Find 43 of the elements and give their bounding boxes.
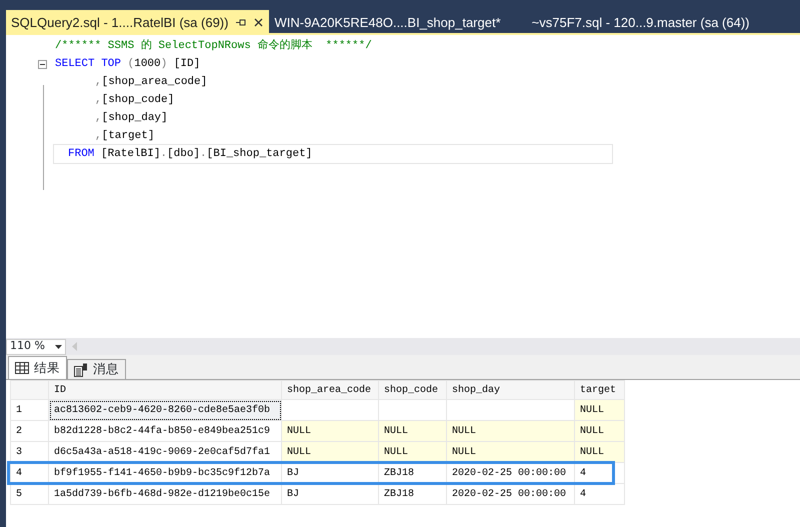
result-tab[interactable]: 结果 [8,356,67,379]
table-cell: NULL [446,420,574,442]
column-header[interactable]: shop_day [446,380,574,400]
code-line: ,[shop_code] [94,93,176,108]
column-header[interactable]: target [574,380,624,400]
document-tab[interactable]: WIN-9A20K5RE48O....BI_shop_target* [269,10,507,33]
column-header[interactable]: ID [48,380,282,400]
close-icon[interactable] [254,18,264,27]
collapse-icon[interactable] [38,60,47,68]
table-cell: NULL [574,420,624,442]
table-cell: 1a5dd739-b6fb-468d-982e-d1219be0c15e [48,484,282,504]
code-line: ,[shop_day] [94,111,169,126]
code-line: ,[target] [94,129,156,144]
document-tab[interactable]: ~vs75F7.sql - 120...9.master (sa (64)) [526,10,756,33]
table-cell: b82d1228-b8c2-44fa-b850-e849bea251c9 [48,420,282,442]
code-line: SELECT TOP (1000) [ID] [54,57,202,72]
table-cell: ZBJ18 [378,484,446,504]
row-number: 2 [10,420,48,442]
table-cell: NULL [282,442,378,462]
row-number: 5 [10,484,48,504]
table-cell: NULL [378,420,446,442]
table-cell: BJ [282,484,378,504]
column-header[interactable]: shop_area_code [282,380,378,400]
row-number: 4 [10,462,48,484]
code-line: ,[shop_area_code] [94,75,208,90]
code-line: /****** SSMS 的 SelectTopNRows 命令的脚本 ******/ [54,38,373,54]
table-cell: NULL [574,400,624,420]
table-cell: ac813602-ceb9-4620-8260-cde8e5ae3f0b [48,400,282,420]
table-cell: NULL [446,442,574,462]
pin-icon[interactable] [236,18,246,27]
column-header[interactable]: shop_code [378,380,446,400]
zoom-value: 110 % [10,338,45,354]
table-cell: NULL [574,442,624,462]
document-tab[interactable]: SQLQuery2.sql - 1....RatelBI (sa (69)) [6,10,270,33]
table-cell: NULL [282,420,378,442]
row-number: 3 [10,442,48,462]
dropdown-arrow-icon [55,344,62,348]
result-tab[interactable]: 消息 [67,359,126,379]
table-cell: 2020-02-25 00:00:00 [446,484,574,504]
document-icon [74,362,88,376]
grid-icon [15,362,29,374]
table-cell: 4 [574,484,624,504]
zoom-dropdown[interactable]: 110 % [6,338,66,354]
